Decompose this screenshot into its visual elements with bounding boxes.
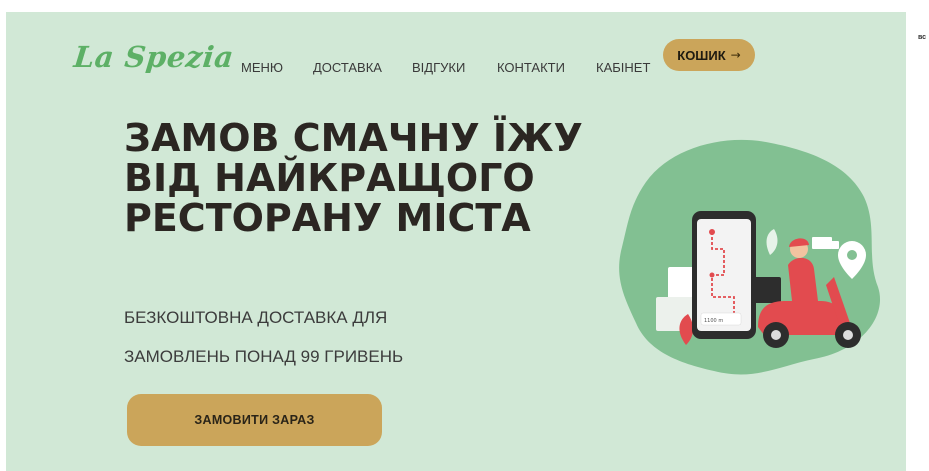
scooter-wheel-icon xyxy=(771,330,781,340)
hero-headline: ЗАМОВ СМАЧНУ ЇЖУ ВІД НАЙКРАЩОГО РЕСТОРАН… xyxy=(124,116,583,240)
nav-link-delivery[interactable]: ДОСТАВКА xyxy=(313,60,382,75)
order-now-button[interactable]: ЗАМОВИТИ ЗАРАЗ xyxy=(127,394,382,446)
truck-icon xyxy=(831,241,839,249)
side-text: вс xyxy=(918,34,927,41)
phone-distance-label: 1100 m xyxy=(704,318,723,324)
route-point-icon xyxy=(709,272,715,278)
nav-link-account[interactable]: КАБІНЕТ xyxy=(596,60,650,75)
route-start-icon xyxy=(709,229,715,235)
cart-label: КОШИК xyxy=(677,47,726,63)
nav-link-contacts[interactable]: КОНТАКТИ xyxy=(497,60,565,75)
cart-button[interactable]: КОШИК → xyxy=(663,39,755,71)
hero-subline-2: ЗАМОВЛЕНЬ ПОНАД 99 ГРИВЕНЬ xyxy=(124,347,404,366)
scooter-wheel-icon xyxy=(843,330,853,340)
nav-link-reviews[interactable]: ВІДГУКИ xyxy=(412,60,465,75)
delivery-illustration: 1100 m xyxy=(619,139,881,375)
order-now-label: ЗАМОВИТИ ЗАРАЗ xyxy=(194,413,315,427)
hero-subline-1: БЕЗКОШТОВНА ДОСТАВКА ДЛЯ xyxy=(124,308,388,327)
arrow-right-icon: → xyxy=(730,48,741,62)
delivery-box-icon xyxy=(751,277,781,303)
truck-icon xyxy=(812,237,832,249)
hero-section: La Spezia МЕНЮ ДОСТАВКА ВІДГУКИ КОНТАКТИ… xyxy=(6,12,906,471)
nav-link-menu[interactable]: МЕНЮ xyxy=(241,60,283,75)
brand-logo[interactable]: La Spezia xyxy=(72,40,235,74)
box-icon xyxy=(668,267,696,299)
location-pin-icon xyxy=(847,250,857,260)
